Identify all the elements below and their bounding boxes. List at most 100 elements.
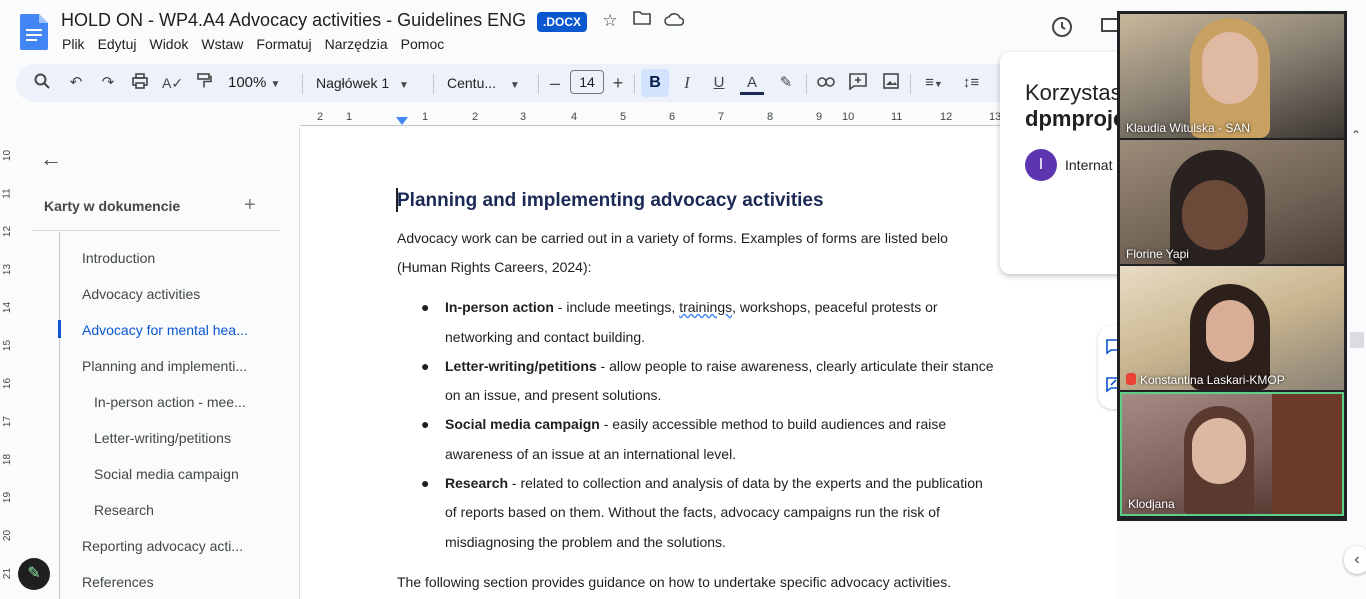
print-icon[interactable]	[130, 73, 150, 93]
document-tabs-title: Karty w dokumencie	[44, 198, 181, 214]
bullet-text-line: of reports based on them. Without the fa…	[445, 504, 940, 520]
bullet-text: - include meetings, trainings, workshops…	[553, 299, 938, 315]
increase-font-size-button[interactable]: +	[610, 73, 626, 93]
participant-face	[1192, 418, 1246, 484]
spellcheck-icon[interactable]: A✓	[162, 73, 183, 93]
menu-item-tools[interactable]: Narzędzia	[325, 36, 388, 52]
outline-item[interactable]: Introduction	[82, 250, 155, 266]
menu-item-view[interactable]: Widok	[149, 36, 188, 52]
ruler-number: 1	[346, 111, 353, 123]
participant-name-row: Konstantina Laskari-KMOP	[1126, 373, 1285, 387]
bullet-item: Research - related to collection and ana…	[445, 475, 983, 491]
bullet-term: In-person action	[445, 299, 554, 315]
add-tab-icon[interactable]: +	[244, 194, 256, 217]
share-popup-title: Korzystas	[1025, 80, 1122, 105]
star-icon[interactable]: ☆	[599, 10, 621, 32]
edit-mode-icon[interactable]: ✎	[18, 558, 50, 590]
video-tile[interactable]: Konstantina Laskari-KMOP	[1120, 266, 1344, 390]
text-color-button[interactable]: A	[740, 73, 764, 95]
ruler-number: 11	[1, 188, 13, 199]
back-arrow-icon[interactable]: ←	[40, 146, 62, 172]
zoom-select[interactable]: 100% ▼	[228, 73, 288, 93]
participant-face	[1202, 32, 1258, 104]
outline-subitem[interactable]: Social media campaign	[94, 466, 239, 482]
ruler-number: 8	[767, 111, 774, 123]
document-page[interactable]: Planning and implementing advocacy activ…	[301, 128, 1117, 599]
paint-format-icon[interactable]	[194, 73, 214, 93]
font-value: Centu...	[447, 75, 497, 91]
bullet-text-line: misdiagnosing the problem and the soluti…	[445, 534, 726, 550]
participant-face	[1206, 300, 1254, 362]
video-tile-active-speaker[interactable]: Klodjana	[1120, 392, 1344, 516]
line-spacing-icon[interactable]: ↕≡	[960, 73, 982, 93]
menu-item-format[interactable]: Formatuj	[256, 36, 311, 52]
document-title[interactable]: HOLD ON - WP4.A4 Advocacy activities - G…	[61, 10, 526, 31]
italic-button[interactable]: I	[677, 73, 697, 93]
bullet-term: Letter-writing/petitions	[445, 358, 597, 374]
ruler-baseline	[300, 125, 1118, 126]
document-outline-sidebar: ← Karty w dokumencie + Introduction Advo…	[16, 128, 300, 599]
highlight-color-icon[interactable]: ✎	[776, 73, 796, 93]
outline-item[interactable]: References	[82, 574, 154, 590]
cloud-status-icon[interactable]	[663, 10, 685, 32]
font-size-input[interactable]: 14	[570, 70, 604, 94]
undo-icon[interactable]: ↶	[66, 73, 86, 93]
mic-off-icon	[1126, 373, 1136, 385]
menu-item-file[interactable]: Plik	[62, 36, 85, 52]
outline-subitem[interactable]: In-person action - mee...	[94, 394, 246, 410]
redo-icon[interactable]: ↷	[98, 73, 118, 93]
ruler-number: 5	[620, 111, 627, 123]
font-select[interactable]: Centu... ▼	[447, 73, 527, 93]
video-tile[interactable]: Klaudia Witulska - SAN	[1120, 14, 1344, 138]
outline-item[interactable]: Planning and implementi...	[82, 358, 247, 374]
indent-marker-icon[interactable]	[396, 112, 408, 125]
horizontal-ruler[interactable]: 2 1 1 2 3 4 5 6 7 8 9 10 11 12 13 14 15	[300, 108, 1118, 128]
bullet-item: Letter-writing/petitions - allow people …	[445, 358, 994, 374]
vertical-ruler[interactable]: 10 11 12 13 14 15 16 17 18 19 20 21	[0, 128, 16, 599]
insert-link-icon[interactable]	[815, 73, 837, 93]
paragraph-style-select[interactable]: Nagłówek 1 ▼	[316, 73, 421, 93]
outline-subitem[interactable]: Research	[94, 502, 154, 518]
ruler-number: 15	[2, 339, 14, 352]
ruler-number: 2	[317, 111, 324, 123]
scrollbar-thumb[interactable]	[1350, 332, 1364, 348]
outline-item[interactable]: Reporting advocacy acti...	[82, 538, 243, 554]
bullet-text-line: on an issue, and present solutions.	[445, 387, 662, 403]
menu-item-help[interactable]: Pomoc	[401, 36, 445, 52]
add-comment-icon[interactable]	[847, 73, 869, 93]
move-folder-icon[interactable]	[631, 10, 653, 32]
closing-paragraph: The following section provides guidance …	[397, 574, 952, 590]
bullet-item: Social media campaign - easily accessibl…	[445, 416, 946, 432]
ruler-number: 6	[669, 111, 676, 123]
insert-image-icon[interactable]	[880, 73, 902, 93]
outline-item-active[interactable]: Advocacy for mental hea...	[82, 322, 248, 338]
outline-subitem[interactable]: Letter-writing/petitions	[94, 430, 231, 446]
ruler-number: 21	[2, 567, 14, 580]
avatar: I	[1025, 149, 1057, 181]
bullet-icon: ●	[421, 416, 430, 432]
bullet-icon: ●	[421, 358, 430, 374]
history-icon[interactable]	[1049, 14, 1075, 40]
decrease-font-size-button[interactable]: –	[547, 73, 563, 93]
search-menus-icon[interactable]	[32, 73, 52, 93]
bullet-text: - related to collection and analysis of …	[508, 475, 983, 491]
underline-button[interactable]: U	[709, 73, 729, 93]
chevron-up-icon[interactable]: ⌃	[1351, 128, 1361, 142]
video-tile[interactable]: Florine Yapi	[1120, 140, 1344, 264]
outline-rail	[59, 232, 60, 599]
toolbar-divider	[433, 74, 434, 94]
bold-button[interactable]: B	[641, 69, 669, 97]
menu-item-edit[interactable]: Edytuj	[98, 36, 137, 52]
ruler-number: 14	[2, 301, 14, 314]
style-value: Nagłówek 1	[316, 75, 390, 91]
chevron-left-icon[interactable]: ‹	[1344, 546, 1366, 574]
docs-logo-icon[interactable]	[20, 14, 48, 50]
outline-item[interactable]: Advocacy activities	[82, 286, 200, 302]
spelling-error-word[interactable]: trainings	[679, 299, 732, 315]
menu-item-insert[interactable]: Wstaw	[201, 36, 243, 52]
share-popup-account: dpmproje	[1025, 106, 1126, 131]
toolbar-divider	[538, 74, 539, 94]
video-call-panel: Klaudia Witulska - SAN Florine Yapi Kons…	[1117, 11, 1347, 521]
ruler-number: 4	[571, 111, 578, 123]
align-select-icon[interactable]: ≡▼	[919, 73, 949, 93]
